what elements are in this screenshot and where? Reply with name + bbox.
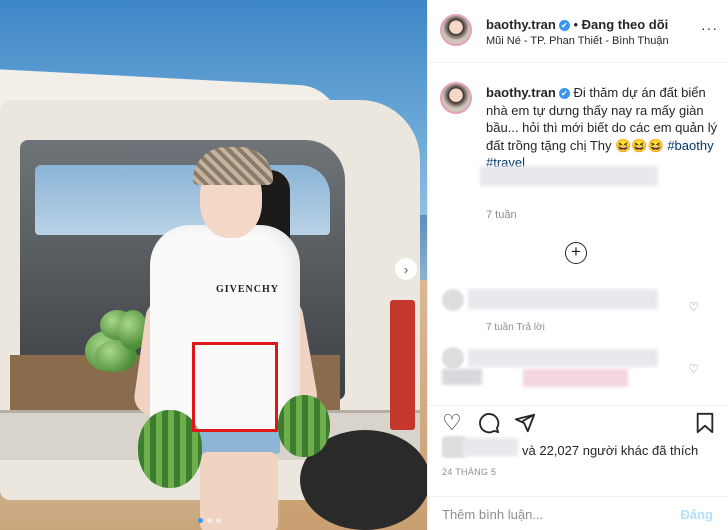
instagram-post-window: GIVENCHY › baothy.tran ✔ • Đang theo dõi … — [0, 0, 728, 530]
more-options-icon[interactable]: ··· — [701, 20, 718, 36]
verified-badge-icon: ✔ — [558, 20, 570, 31]
follow-status-button[interactable]: Đang theo dõi — [582, 17, 669, 32]
red-highlight-box — [192, 342, 278, 432]
comment-heart-icon[interactable]: ♡ — [688, 300, 699, 314]
gourd-large — [278, 395, 330, 457]
comment-heart-icon[interactable]: ♡ — [688, 362, 699, 376]
load-more-comments-button[interactable]: + — [565, 242, 587, 264]
blurred-username — [462, 438, 518, 456]
author-username[interactable]: baothy.tran — [486, 17, 556, 32]
person-shorts — [195, 432, 280, 454]
caption-time: 7 tuần — [486, 209, 517, 221]
caption-username[interactable]: baothy.tran — [486, 85, 556, 100]
blurred-comment — [523, 369, 628, 387]
blurred-text — [480, 166, 658, 186]
post-comment-button[interactable]: Đăng — [681, 507, 714, 522]
bookmark-icon[interactable] — [695, 412, 715, 438]
likes-count[interactable]: và 22,027 người khác đã thích — [522, 443, 698, 458]
carousel-dot — [216, 518, 221, 523]
post-location[interactable]: Mũi Né - TP. Phan Thiết - Bình Thuận — [486, 35, 669, 47]
blurred-comment — [442, 369, 482, 385]
comment-input[interactable] — [442, 507, 662, 522]
post-date: 24 THÁNG 5 — [442, 467, 497, 477]
post-sidebar: baothy.tran ✔ • Đang theo dõi Mũi Né - TP… — [427, 0, 728, 530]
post-photo[interactable]: GIVENCHY › — [0, 0, 427, 530]
blurred-comment — [468, 289, 658, 309]
header-line: baothy.tran ✔ • Đang theo dõi — [486, 17, 668, 32]
caption-emojis: 😆😆😆 — [615, 137, 664, 153]
commenter-avatar[interactable] — [442, 289, 464, 311]
caption-author-avatar[interactable] — [440, 82, 472, 114]
post-header: baothy.tran ✔ • Đang theo dõi Mũi Né - TP… — [428, 0, 728, 63]
header-separator: • — [573, 17, 579, 32]
caption-text: baothy.tran ✔ Đi thăm dự án đất biển nhà … — [486, 84, 718, 172]
carousel-dot-active — [198, 518, 203, 523]
comment-icon[interactable] — [478, 412, 500, 438]
carousel-next-button[interactable]: › — [395, 258, 417, 280]
shirt-logo-text: GIVENCHY — [216, 284, 280, 295]
commenter-avatar[interactable] — [442, 347, 464, 369]
author-avatar[interactable] — [440, 14, 472, 46]
carousel-dot — [207, 518, 212, 523]
car-taillight — [390, 300, 415, 430]
share-icon[interactable] — [514, 412, 536, 438]
carousel-dots — [198, 518, 221, 523]
hashtag-link[interactable]: #baothy — [667, 138, 713, 153]
add-comment-box: Đăng — [428, 496, 728, 530]
blurred-comment — [468, 349, 658, 367]
like-heart-icon[interactable]: ♡ — [442, 412, 462, 434]
comment-meta: 7 tuần Trả lời — [486, 322, 545, 333]
verified-badge-icon: ✔ — [558, 88, 570, 99]
comments-section: baothy.tran ✔ Đi thăm dự án đất biển nhà … — [428, 64, 728, 404]
post-actions: ♡ và 22,027 người khác đã thích 24 THÁNG… — [428, 405, 728, 530]
